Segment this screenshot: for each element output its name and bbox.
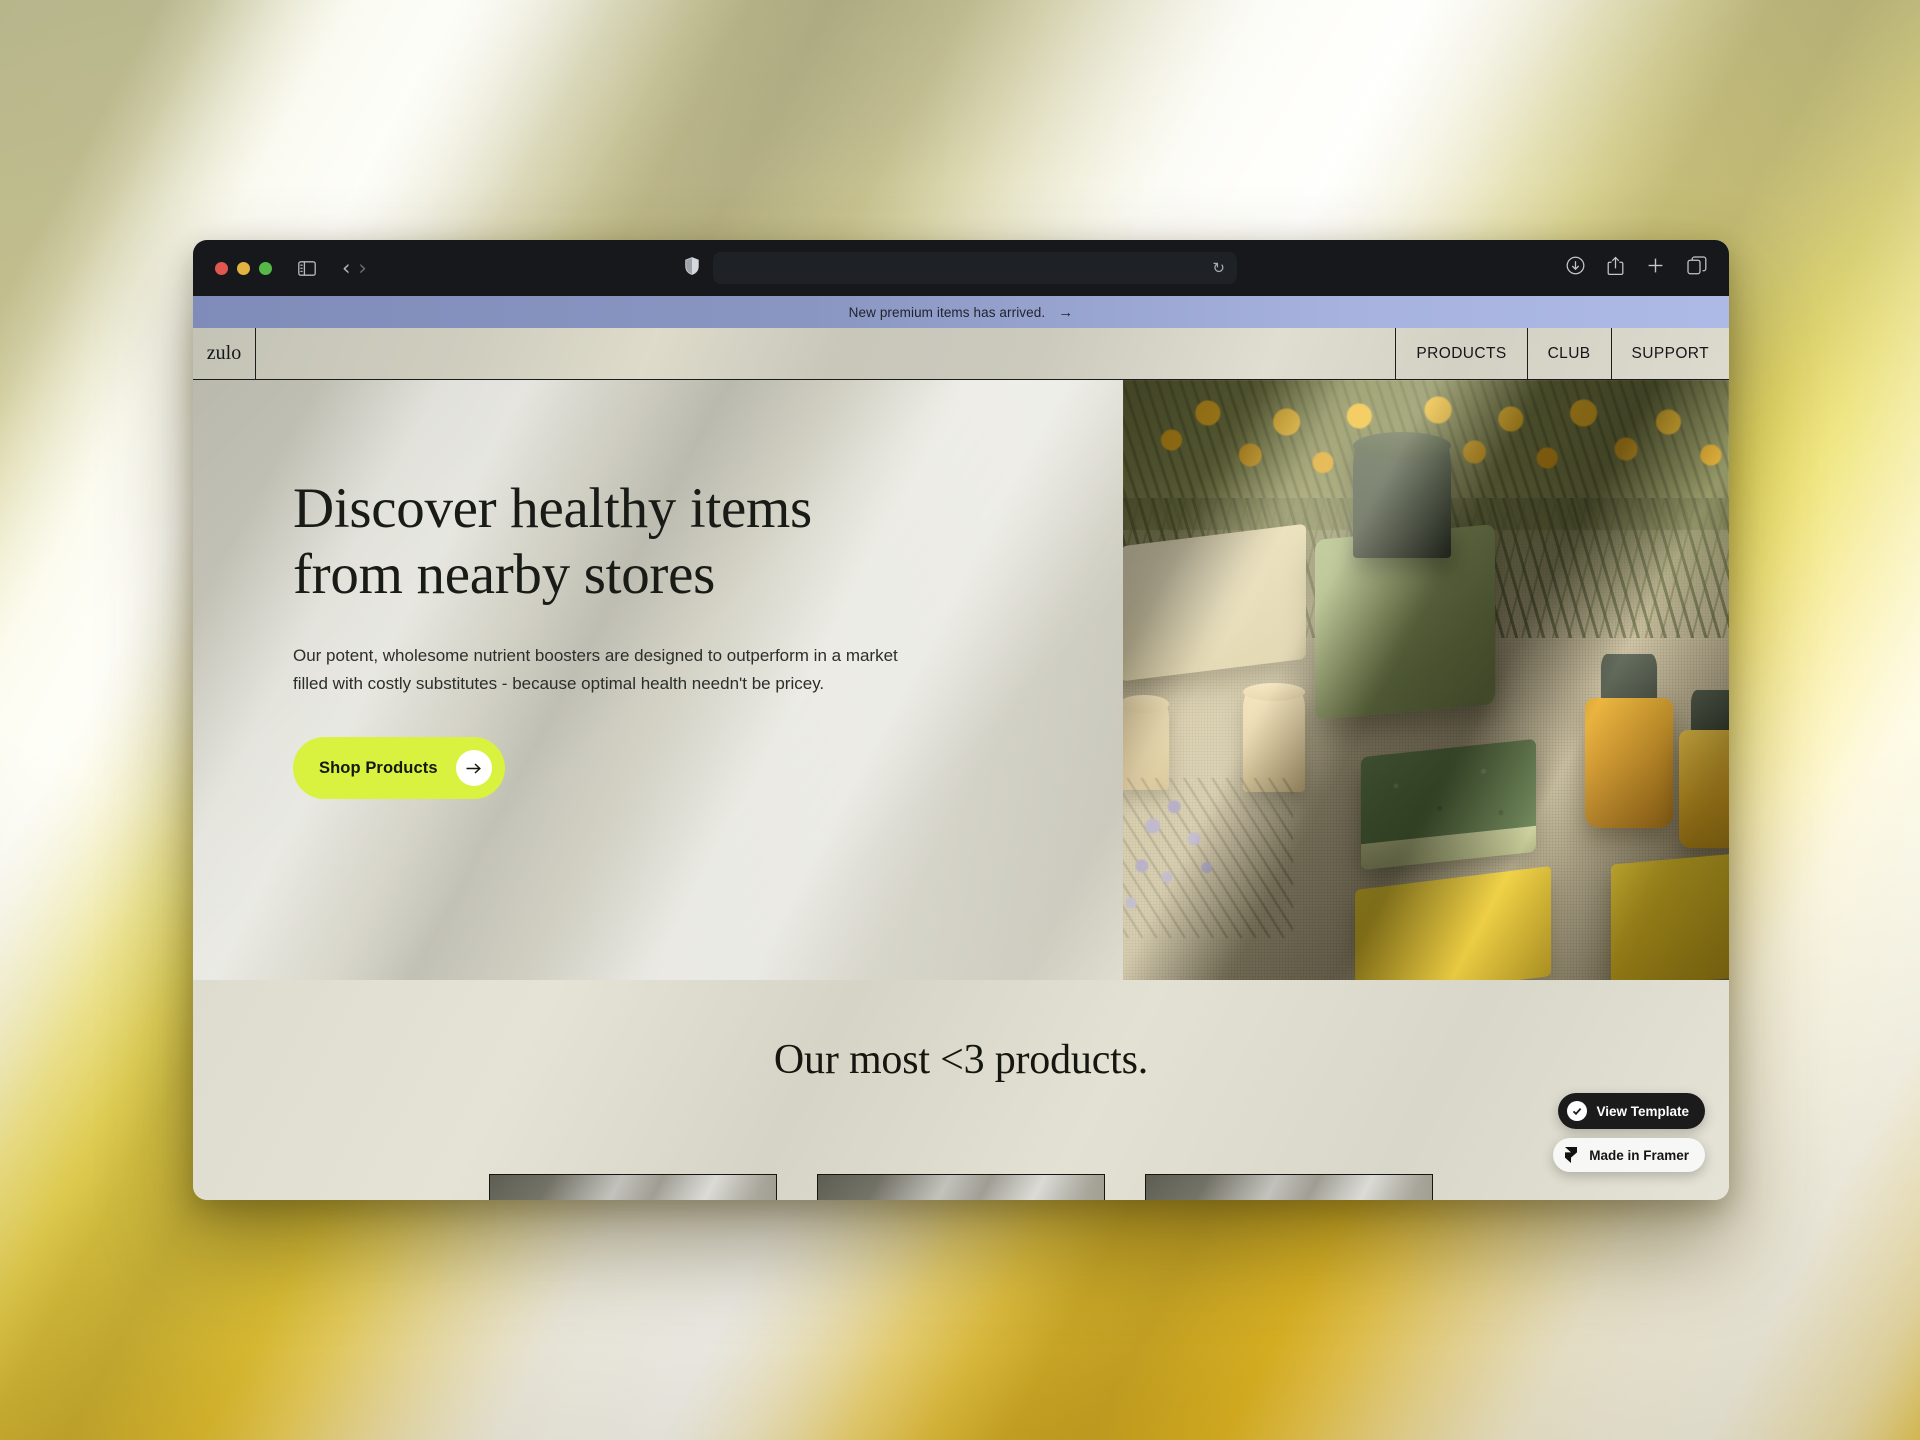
reload-icon[interactable]: ↻ (1212, 259, 1225, 277)
nav-item-club[interactable]: CLUB (1528, 328, 1612, 379)
products-section: Our most <3 products. (193, 980, 1729, 1200)
hero-content: Discover healthy items from nearby store… (193, 380, 1123, 980)
nav-spacer (256, 328, 1397, 379)
maximize-button[interactable] (259, 261, 272, 275)
hero-body-text: Our potent, wholesome nutrient boosters … (293, 646, 898, 693)
download-icon[interactable] (1566, 256, 1585, 280)
toolbar-right-actions (1566, 256, 1707, 281)
sidebar-toggle-icon[interactable] (292, 254, 322, 282)
navigation-buttons[interactable]: ‹ › (342, 257, 367, 279)
hero-photo-composition (1123, 380, 1729, 980)
hero-heading: Discover healthy items from nearby store… (293, 477, 812, 607)
products-section-title: Our most <3 products. (773, 1037, 1149, 1083)
tab-overview-icon[interactable] (1687, 256, 1707, 280)
close-button[interactable] (215, 261, 228, 275)
product-card-2[interactable] (817, 1174, 1105, 1200)
shop-products-button[interactable]: Shop Products (293, 737, 505, 800)
product-card-1[interactable] (489, 1174, 777, 1200)
view-template-label: View Template (1596, 1103, 1689, 1119)
framer-logo-icon (1562, 1146, 1580, 1164)
arrow-right-circle-icon (455, 750, 492, 787)
product-card-3[interactable] (1145, 1174, 1433, 1200)
site-navigation: zulo PRODUCTS CLUB SUPPORT (193, 328, 1729, 380)
site-logo[interactable]: zulo (193, 328, 256, 379)
shop-products-label: Shop Products (319, 758, 438, 777)
window-controls[interactable] (215, 261, 272, 275)
announcement-text: New premium items has arrived. (848, 304, 1046, 320)
announcement-bar[interactable]: New premium items has arrived. → (193, 296, 1729, 328)
framer-badges: View Template Made in Framer (1553, 1093, 1705, 1172)
check-circle-icon (1567, 1101, 1588, 1121)
arrow-right-icon: → (1058, 303, 1074, 321)
forward-icon[interactable]: › (358, 257, 366, 279)
made-in-framer-label: Made in Framer (1589, 1147, 1689, 1163)
nav-item-support[interactable]: SUPPORT (1612, 328, 1729, 379)
product-card-list (193, 1174, 1729, 1200)
photo-shadow-overlay (1123, 380, 1729, 980)
address-bar-area: ↻ (685, 252, 1237, 284)
url-input[interactable]: ↻ (713, 252, 1237, 284)
view-template-button[interactable]: View Template (1558, 1093, 1705, 1129)
hero-image (1123, 380, 1729, 980)
made-in-framer-badge[interactable]: Made in Framer (1553, 1138, 1705, 1172)
share-icon[interactable] (1607, 256, 1624, 281)
browser-window: ‹ › ↻ New premium items has arrived. → z… (193, 240, 1729, 1200)
nav-item-products[interactable]: PRODUCTS (1396, 328, 1528, 379)
minimize-button[interactable] (237, 261, 250, 275)
back-icon[interactable]: ‹ (342, 257, 350, 279)
new-tab-icon[interactable] (1646, 256, 1665, 280)
hero-section: Discover healthy items from nearby store… (193, 380, 1729, 980)
shield-icon[interactable] (685, 256, 699, 280)
browser-toolbar: ‹ › ↻ (193, 240, 1729, 296)
